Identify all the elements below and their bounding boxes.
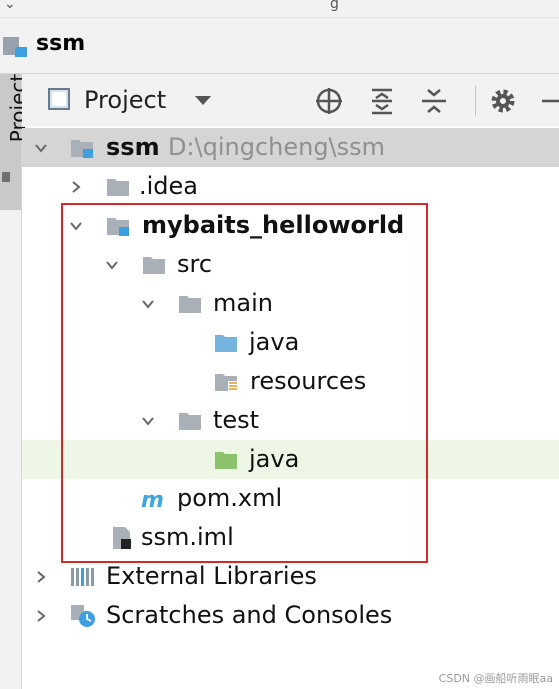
tree-row-label: ssm.iml [141,523,234,551]
chevron-down-icon[interactable] [106,259,118,271]
project-tree: ssm D:\qingcheng\ssm .idea mybaits_hello… [22,128,559,689]
module-icon [107,218,129,236]
root-module-path: D:\qingcheng\ssm [167,133,386,161]
hide-minus-icon[interactable] [540,86,559,116]
chevron-down-icon[interactable] [70,220,82,232]
project-view-icon [48,88,70,110]
tab-marker-icon [2,172,10,182]
project-tool-window-tab[interactable]: Project [0,74,30,210]
tree-row-pom-xml[interactable]: m pom.xml [22,479,559,518]
tree-row-ssm-iml[interactable]: ssm.iml [22,518,559,557]
left-tool-strip: Project [0,74,30,689]
folder-icon [179,296,201,313]
tree-row-main[interactable]: main [22,284,559,323]
maven-file-icon: m [141,488,164,510]
locate-icon[interactable] [314,86,344,116]
expand-all-icon[interactable] [367,86,397,116]
tree-row-label: Scratches and Consoles [106,601,393,629]
resources-folder-icon [215,374,238,392]
svg-text:m: m [141,488,164,510]
folder-icon [143,257,165,274]
tree-row-label: java [249,328,300,356]
module-icon [71,140,93,158]
chevron-down-icon[interactable] [142,298,154,310]
tree-row-label: resources [250,367,367,395]
tree-row-label: java [249,445,300,473]
chevron-right-icon[interactable] [70,181,82,193]
tree-row-label: mybaits_helloworld [142,211,405,239]
window-top-glyph-icon: ⌄ [4,0,16,12]
chevron-down-icon[interactable] [35,142,47,154]
folder-icon [179,413,201,430]
navigation-bar: ssm [0,18,559,74]
source-folder-icon [215,335,237,352]
tree-row-label: .idea [139,172,199,200]
tree-row-scratches-and-consoles[interactable]: Scratches and Consoles [22,596,559,635]
tree-row-external-libraries[interactable]: External Libraries [22,557,559,596]
navbar-project-title[interactable]: ssm [36,31,85,56]
tree-row-ssm[interactable]: ssm D:\qingcheng\ssm [22,128,559,167]
folder-icon [107,179,129,196]
chevron-right-icon[interactable] [35,610,47,622]
window-top-strip: ⌄ g [0,0,559,18]
window-top-glyph-icon: g [330,0,339,12]
tree-row-resources[interactable]: resources [22,362,559,401]
tree-row-mybaits-helloworld[interactable]: mybaits_helloworld [22,206,559,245]
tree-row-label: main [213,289,273,317]
tree-row-java-test[interactable]: java [22,440,559,479]
tree-row-label: ssm D:\qingcheng\ssm [106,133,385,161]
iml-file-icon [113,527,131,549]
tree-row-label: pom.xml [177,484,283,512]
gear-icon[interactable] [488,86,518,116]
collapse-all-icon[interactable] [419,86,449,116]
project-toolbar: Project [22,74,559,126]
chevron-down-icon[interactable] [195,96,211,105]
toolbar-divider [475,86,476,116]
chevron-down-icon[interactable] [142,415,154,427]
project-view-selector[interactable]: Project [84,86,166,114]
test-folder-icon [215,452,237,469]
tree-row-label: test [213,406,260,434]
root-module-name: ssm [106,133,160,161]
tree-row-src[interactable]: src [22,245,559,284]
watermark-text: CSDN @画船听雨眠aa [438,672,553,685]
tree-row-java-source[interactable]: java [22,323,559,362]
scratches-icon [71,605,95,627]
chevron-right-icon[interactable] [35,571,47,583]
module-icon [3,37,27,57]
tree-row-label: src [177,250,213,278]
tree-row-test[interactable]: test [22,401,559,440]
library-icon [71,568,94,586]
tree-row-idea[interactable]: .idea [22,167,559,206]
tree-row-label: External Libraries [106,562,317,590]
